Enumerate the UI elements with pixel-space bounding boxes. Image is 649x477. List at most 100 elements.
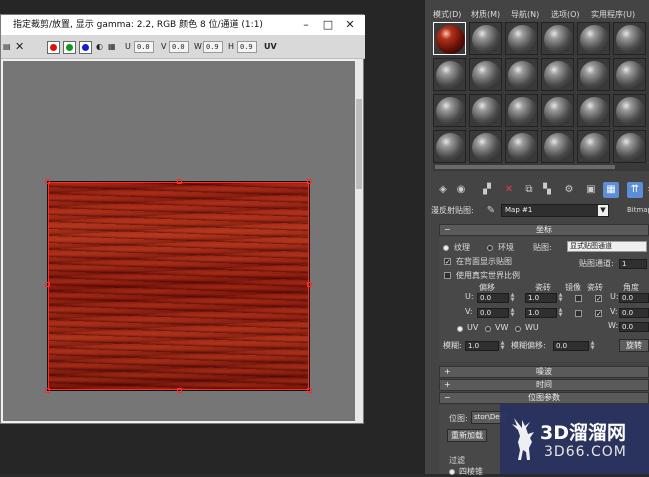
blur-offset-field[interactable]: 0.0 — [553, 341, 589, 351]
u-offset-field[interactable]: 0.0 — [477, 293, 509, 303]
material-slot[interactable] — [613, 22, 646, 55]
u-tiling-field[interactable]: 1.0 — [525, 293, 557, 303]
eyedropper-icon[interactable]: ✎ — [483, 203, 499, 219]
show-on-back-checkbox[interactable]: ✓ — [444, 258, 451, 266]
v-mirror-checkbox[interactable] — [575, 310, 582, 317]
put-to-scene-icon[interactable]: ◉ — [453, 182, 469, 198]
w-field[interactable]: 0.9 — [203, 41, 223, 53]
v-angle-field[interactable]: 0.0 — [619, 308, 649, 318]
uv-radio[interactable] — [457, 326, 463, 332]
material-slot[interactable] — [541, 58, 574, 91]
map-channel-field[interactable]: 1 — [619, 259, 647, 269]
crop-rectangle[interactable] — [48, 182, 309, 390]
clear-icon[interactable]: ✕ — [15, 40, 24, 53]
material-slot[interactable] — [577, 94, 610, 127]
spinner-icon[interactable]: ▲ ▼ — [510, 308, 515, 318]
material-slot[interactable] — [577, 58, 610, 91]
material-slot[interactable] — [541, 94, 574, 127]
texture-radio[interactable] — [443, 245, 449, 251]
vertical-scrollbar[interactable] — [355, 59, 363, 423]
reload-button[interactable]: 重新加载 — [447, 429, 487, 442]
material-slot[interactable] — [505, 94, 538, 127]
material-slot[interactable] — [433, 130, 466, 163]
bitmap-params-rollout-header[interactable]: − 位图参数 — [439, 392, 649, 404]
reset-map-icon[interactable]: ✕ — [501, 182, 517, 198]
material-slot[interactable] — [613, 130, 646, 163]
blue-channel-button[interactable] — [79, 41, 92, 54]
maximize-icon[interactable]: □ — [317, 15, 339, 35]
material-slot[interactable] — [577, 22, 610, 55]
material-slot[interactable] — [505, 58, 538, 91]
menu-utilities[interactable]: 实用程序(U) — [591, 8, 635, 22]
mono-icon[interactable]: ▦ — [108, 40, 116, 53]
go-forward-icon[interactable]: ⇉ — [644, 182, 649, 198]
make-unique-icon[interactable]: ▚ — [539, 182, 555, 198]
u-mirror-checkbox[interactable] — [575, 295, 582, 302]
crop-handle[interactable] — [45, 282, 50, 287]
v-field[interactable]: 0.0 — [169, 41, 189, 53]
close-icon[interactable]: ✕ — [339, 15, 361, 35]
chevron-down-icon[interactable]: ▼ — [598, 205, 608, 216]
material-slot[interactable] — [541, 22, 574, 55]
alpha-icon[interactable]: ◐ — [96, 40, 103, 53]
material-slot[interactable] — [469, 130, 502, 163]
material-slot[interactable] — [469, 22, 502, 55]
material-slot[interactable] — [469, 94, 502, 127]
crop-handle[interactable] — [177, 388, 182, 393]
crop-handle[interactable] — [307, 179, 312, 184]
material-id-icon[interactable]: ▣ — [583, 182, 599, 198]
material-slot[interactable] — [505, 22, 538, 55]
put-to-library-icon[interactable]: ⚙ — [561, 182, 577, 198]
crop-handle[interactable] — [307, 388, 312, 393]
wu-radio[interactable] — [515, 326, 521, 332]
u-field[interactable]: 0.0 — [134, 41, 154, 53]
minimize-icon[interactable]: – — [295, 15, 317, 35]
save-icon[interactable]: ▤ — [3, 40, 11, 53]
green-channel-button[interactable] — [63, 41, 76, 54]
u-tile-checkbox[interactable]: ✓ — [595, 295, 602, 303]
material-slot[interactable] — [433, 58, 466, 91]
go-to-parent-icon[interactable]: ⇈ — [627, 182, 643, 198]
crop-handle[interactable] — [307, 282, 312, 287]
h-field[interactable]: 0.9 — [237, 41, 257, 53]
spinner-icon[interactable]: ▲ ▼ — [558, 308, 563, 318]
material-slot[interactable] — [433, 94, 466, 127]
scrollbar-thumb[interactable] — [356, 99, 362, 189]
copy-material-icon[interactable]: ⧉ — [521, 182, 537, 198]
pyramidal-radio[interactable] — [449, 469, 455, 475]
real-world-checkbox[interactable] — [444, 272, 451, 279]
crop-handle[interactable] — [45, 388, 50, 393]
rotate-button[interactable]: 旋转 — [619, 339, 649, 352]
material-slot[interactable] — [577, 130, 610, 163]
crop-window-titlebar[interactable]: 指定裁剪/放置, 显示 gamma: 2.2, RGB 颜色 8 位/通道 (1… — [1, 15, 365, 35]
crop-handle[interactable] — [177, 179, 182, 184]
v-tile-checkbox[interactable]: ✓ — [595, 310, 602, 318]
menu-mode[interactable]: 模式(D) — [433, 8, 461, 22]
blur-field[interactable]: 1.0 — [465, 341, 499, 351]
vw-radio[interactable] — [485, 326, 491, 332]
w-angle-field[interactable]: 0.0 — [619, 322, 649, 332]
material-slot[interactable] — [505, 130, 538, 163]
scrollbar-thumb[interactable] — [435, 165, 615, 169]
coordinates-rollout-header[interactable]: − 坐标 — [439, 224, 649, 236]
material-slot[interactable] — [613, 94, 646, 127]
v-offset-field[interactable]: 0.0 — [477, 308, 509, 318]
spinner-icon[interactable]: ▲ ▼ — [510, 293, 515, 303]
u-angle-field[interactable]: 0.0 — [619, 293, 649, 303]
map-name-field[interactable]: Map #1 ▼ — [501, 204, 609, 217]
menu-options[interactable]: 选项(O) — [551, 8, 580, 22]
noise-rollout-header[interactable]: + 噪波 — [439, 366, 649, 378]
slots-scrollbar[interactable] — [433, 163, 649, 171]
spinner-icon[interactable]: ▲ ▼ — [500, 341, 505, 351]
time-rollout-header[interactable]: + 时间 — [439, 379, 649, 391]
show-map-in-viewport-icon[interactable]: ▦ — [603, 182, 619, 198]
environ-radio[interactable] — [487, 245, 493, 251]
assign-material-icon[interactable]: ▞ — [479, 182, 495, 198]
material-slot[interactable] — [469, 58, 502, 91]
v-tiling-field[interactable]: 1.0 — [525, 308, 557, 318]
material-slot[interactable] — [541, 130, 574, 163]
map-type-button[interactable]: Bitmap — [627, 206, 649, 214]
crop-handle[interactable] — [45, 179, 50, 184]
spinner-icon[interactable]: ▲ ▼ — [590, 341, 595, 351]
spinner-icon[interactable]: ▲ ▼ — [558, 293, 563, 303]
